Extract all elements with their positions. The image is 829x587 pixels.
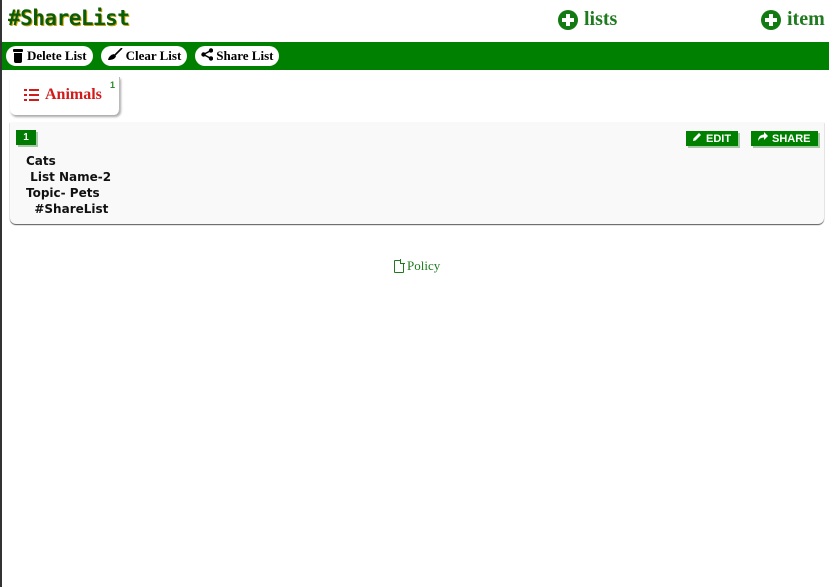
add-item-link[interactable]: item	[761, 8, 825, 31]
delete-list-button[interactable]: Delete List	[6, 46, 93, 66]
item-tag: #ShareList	[26, 202, 109, 216]
item-index-badge: 1	[16, 130, 36, 145]
item-topic: Topic- Pets	[26, 186, 100, 200]
lists-link-label: lists	[584, 8, 618, 30]
clear-list-label: Clear List	[125, 48, 182, 63]
pencil-icon	[692, 132, 702, 145]
item-link-label: item	[787, 8, 825, 30]
add-lists-link[interactable]: lists	[558, 8, 617, 31]
window-edge	[0, 0, 2, 587]
item-name: Cats	[26, 154, 56, 168]
delete-list-label: Delete List	[27, 48, 87, 63]
item-details: Cats List Name-2 Topic- Pets #ShareList	[26, 153, 111, 217]
list-icon	[24, 89, 39, 101]
trash-icon	[12, 49, 24, 63]
policy-link[interactable]: Policy	[394, 258, 440, 274]
policy-label: Policy	[407, 258, 441, 273]
plus-circle-icon	[761, 9, 781, 30]
share-label: SHARE	[772, 132, 811, 145]
plus-circle-icon	[558, 9, 578, 30]
tab-count-badge: 1	[109, 80, 115, 90]
share-button[interactable]: SHARE	[751, 131, 818, 146]
share-arrow-icon	[757, 132, 768, 145]
tab-animals[interactable]: Animals 1	[10, 77, 120, 115]
clear-list-button[interactable]: Clear List	[100, 46, 188, 66]
toolbar: Delete List Clear List Share List	[2, 42, 829, 70]
broom-icon	[107, 46, 123, 65]
tab-label: Animals	[45, 86, 102, 103]
list-item-card: 1 Cats List Name-2 Topic- Pets #ShareLis…	[10, 122, 824, 224]
file-icon	[394, 259, 405, 273]
edit-label: EDIT	[706, 132, 732, 145]
item-list-name: List Name-2	[26, 170, 112, 184]
edit-button[interactable]: EDIT	[686, 131, 739, 146]
header: #ShareList lists item	[2, 0, 829, 42]
share-list-button[interactable]: Share List	[195, 46, 280, 66]
app-brand: #ShareList	[8, 6, 130, 30]
share-nodes-icon	[201, 47, 214, 65]
share-list-label: Share List	[216, 48, 274, 63]
